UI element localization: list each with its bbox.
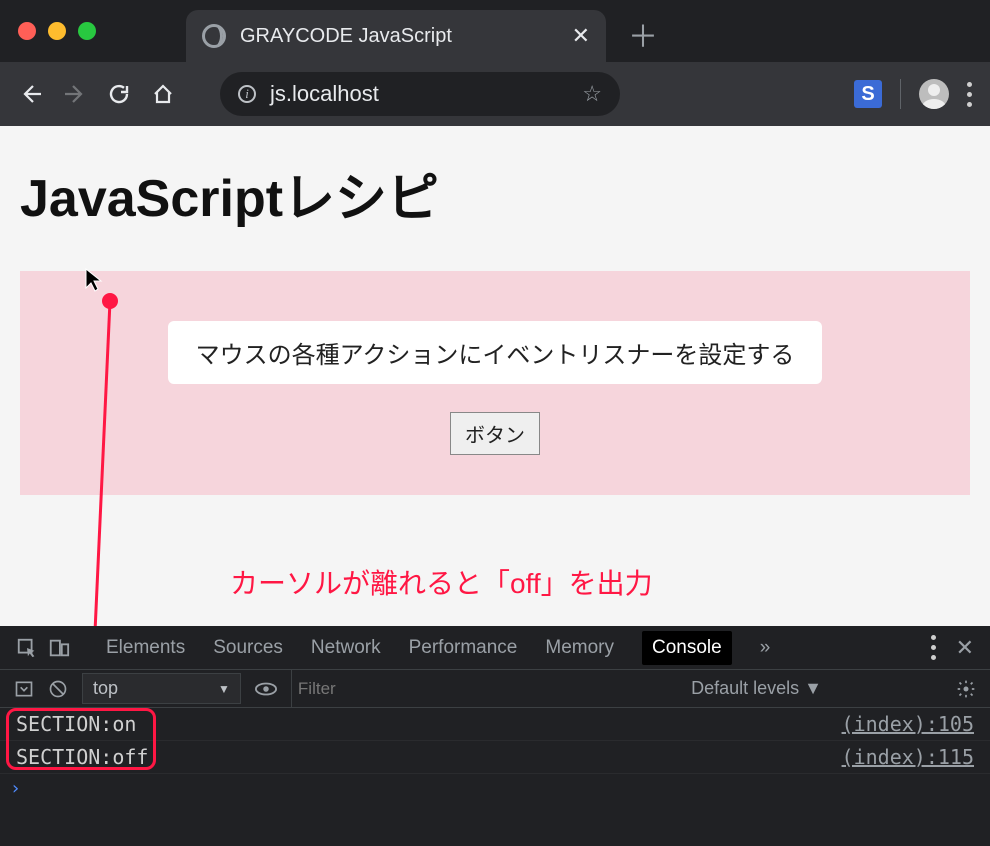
window-minimize-button[interactable] [48,22,66,40]
browser-toolbar: i js.localhost ☆ S [0,62,990,126]
console-toolbar: top▼ Filter Default levels ▼ [0,670,990,708]
console-prompt[interactable]: › [0,774,990,803]
toolbar-separator [900,79,901,109]
bookmark-star-icon[interactable]: ☆ [582,81,602,107]
cursor-icon [85,268,103,292]
devtools-menu-button[interactable] [931,635,936,660]
device-toggle-icon[interactable] [48,637,70,659]
live-expression-icon[interactable] [255,678,277,700]
inspect-icon[interactable] [16,637,38,659]
tab-memory[interactable]: Memory [545,637,614,659]
tab-performance[interactable]: Performance [409,637,518,659]
tab-title: GRAYCODE JavaScript [240,25,452,48]
console-settings-icon[interactable] [956,679,976,699]
window-close-button[interactable] [18,22,36,40]
url-text: js.localhost [270,81,379,107]
tab-elements[interactable]: Elements [106,637,185,659]
tabs-overflow-icon[interactable]: » [760,637,771,659]
log-source-link[interactable]: (index):105 [842,712,974,736]
annotation-text: カーソルが離れると「off」を出力 [230,562,653,602]
tab-console[interactable]: Console [642,631,732,665]
new-tab-button[interactable]: ＋ [628,12,658,56]
clear-console-icon[interactable] [48,679,68,699]
log-source-link[interactable]: (index):115 [842,745,974,769]
context-selector[interactable]: top▼ [82,673,241,704]
demo-section[interactable]: マウスの各種アクションにイベントリスナーを設定する ボタン [20,271,970,495]
section-label: マウスの各種アクションにイベントリスナーを設定する [168,321,823,384]
devtools-panel: Elements Sources Network Performance Mem… [0,626,990,846]
demo-button[interactable]: ボタン [450,412,540,455]
log-levels-selector[interactable]: Default levels ▼ [691,678,942,699]
devtools-close-icon[interactable]: ✕ [956,635,974,661]
profile-avatar[interactable] [919,79,949,109]
annotation-highlight [6,708,156,770]
globe-icon [202,24,226,48]
page-content: JavaScriptレシピ マウスの各種アクションにイベントリスナーを設定する … [0,126,990,626]
home-button[interactable] [150,81,176,107]
tab-close-icon[interactable]: ✕ [572,23,590,49]
console-sidebar-icon[interactable] [14,679,34,699]
reload-button[interactable] [106,81,132,107]
console-filter-input[interactable]: Filter [291,670,677,707]
window-zoom-button[interactable] [78,22,96,40]
browser-tab[interactable]: GRAYCODE JavaScript ✕ [186,10,606,62]
window-tabstrip: GRAYCODE JavaScript ✕ ＋ [0,0,990,62]
tab-network[interactable]: Network [311,637,381,659]
extension-icon[interactable]: S [854,80,882,108]
back-button[interactable] [18,81,44,107]
site-info-icon[interactable]: i [238,85,256,103]
address-bar[interactable]: i js.localhost ☆ [220,72,620,116]
forward-button[interactable] [62,81,88,107]
browser-menu-button[interactable] [967,82,972,107]
window-traffic-lights [18,22,96,40]
devtools-tabbar: Elements Sources Network Performance Mem… [0,626,990,670]
tab-sources[interactable]: Sources [213,637,283,659]
page-title: JavaScriptレシピ [20,156,970,231]
